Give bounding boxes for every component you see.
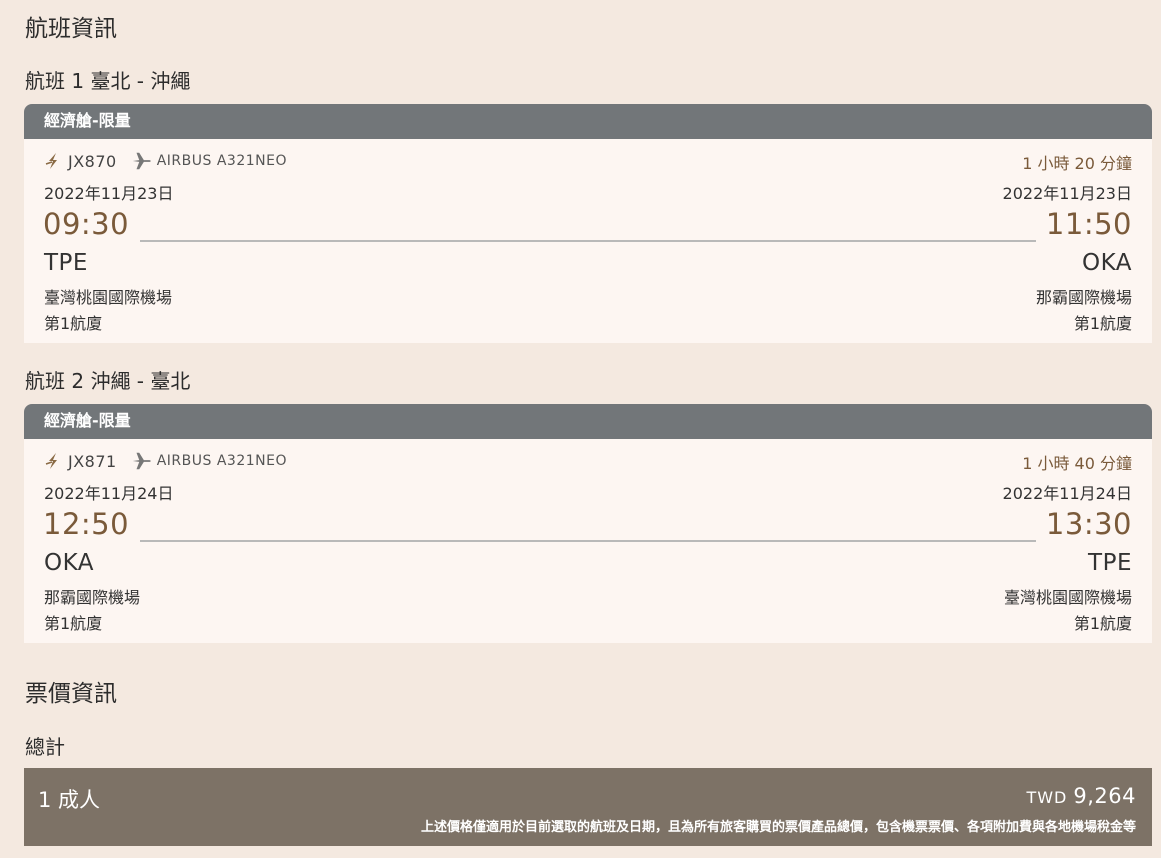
departure-airport-name: 臺灣桃園國際機場: [44, 288, 173, 307]
flight-number-row: JX870 AIRBUS A321NEO: [44, 150, 287, 172]
departure-time: 09:30: [43, 207, 130, 241]
currency-code: TWD: [1026, 788, 1068, 807]
aircraft-type: AIRBUS A321NEO: [156, 453, 287, 469]
cabin-class-header: 經濟艙-限量: [24, 404, 1152, 439]
arrival-date: 2022年11月23日: [1002, 184, 1132, 203]
departure-airport-name: 那霸國際機場: [44, 588, 141, 607]
passenger-count: 1 成人: [38, 788, 101, 812]
leg-1-card: 經濟艙-限量 JX870 AIRBUS A321NEO 1 小時 20 分鐘 2…: [24, 104, 1152, 343]
route-line: [140, 240, 1036, 242]
arrival-airport-name: 臺灣桃園國際機場: [1003, 588, 1132, 607]
departure-terminal: 第1航廈: [44, 614, 103, 633]
arrival-airport-name: 那霸國際機場: [1035, 288, 1132, 307]
arrival-time: 13:30: [1045, 507, 1132, 541]
total-price: TWD 9,264: [1026, 784, 1136, 808]
arrival-time: 11:50: [1045, 207, 1132, 241]
flight-number: JX871: [68, 451, 117, 471]
leg-2-title: 航班 2 沖繩 - 臺北: [25, 369, 191, 393]
leg-2-card: 經濟艙-限量 JX871 AIRBUS A321NEO 1 小時 40 分鐘 2…: [24, 404, 1152, 643]
departure-time: 12:50: [43, 507, 130, 541]
airline-logo-icon: [45, 153, 57, 169]
arrival-terminal: 第1航廈: [1073, 314, 1132, 333]
booking-summary: 航班資訊 航班 1 臺北 - 沖繩 經濟艙-限量 JX870 AIRBUS A3…: [0, 0, 1161, 858]
total-label: 總計: [25, 735, 65, 759]
arrival-terminal: 第1航廈: [1073, 614, 1132, 633]
flight-number: JX870: [68, 151, 117, 171]
departure-airport-code: OKA: [44, 550, 95, 576]
flight-details: JX870 AIRBUS A321NEO 1 小時 20 分鐘 2022年11月…: [24, 139, 1152, 343]
flight-details: JX871 AIRBUS A321NEO 1 小時 40 分鐘 2022年11月…: [24, 439, 1152, 643]
arrival-airport-code: OKA: [1081, 250, 1132, 276]
arrival-date: 2022年11月24日: [1002, 484, 1132, 503]
airplane-icon: [132, 452, 151, 470]
flight-duration: 1 小時 40 分鐘: [1022, 454, 1132, 473]
arrival-airport-code: TPE: [1088, 550, 1132, 576]
leg-1-title: 航班 1 臺北 - 沖繩: [25, 69, 191, 93]
departure-date: 2022年11月24日: [44, 484, 174, 503]
route-line: [140, 540, 1036, 542]
departure-airport-code: TPE: [44, 250, 88, 276]
flight-number-row: JX871 AIRBUS A321NEO: [44, 450, 287, 472]
departure-terminal: 第1航廈: [44, 314, 103, 333]
airline-logo-icon: [45, 453, 57, 469]
fare-info-title: 票價資訊: [25, 681, 117, 707]
cabin-class-header: 經濟艙-限量: [24, 104, 1152, 139]
aircraft-type: AIRBUS A321NEO: [156, 153, 287, 169]
airplane-icon: [132, 152, 151, 170]
departure-date: 2022年11月23日: [44, 184, 174, 203]
price-disclaimer: 上述價格僅適用於目前選取的航班及日期，且為所有旅客購買的票價產品總價，包含機票票…: [420, 820, 1136, 835]
total-price-box: 1 成人 TWD 9,264 上述價格僅適用於目前選取的航班及日期，且為所有旅客購…: [24, 768, 1152, 846]
flight-info-title: 航班資訊: [25, 16, 117, 42]
price-amount: 9,264: [1073, 784, 1136, 808]
flight-duration: 1 小時 20 分鐘: [1022, 154, 1132, 173]
